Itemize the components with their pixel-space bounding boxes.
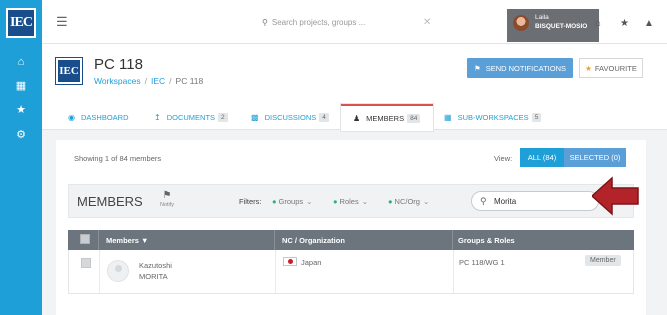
- breadcrumb: Workspaces / IEC / PC 118: [94, 76, 204, 86]
- global-search-input[interactable]: ⚲ Search projects, groups ...: [262, 18, 432, 27]
- gear-icon[interactable]: ⚙: [0, 128, 42, 141]
- filter-roles[interactable]: ● Roles ⌄: [333, 197, 368, 206]
- search-icon: ⚲: [480, 196, 487, 206]
- workspace-header: IEC PC 118 Workspaces / IEC / PC 118 ⚑ SEND N…: [42, 44, 667, 104]
- calendar-icon[interactable]: ▦: [0, 79, 42, 92]
- bell-icon[interactable]: ▲: [644, 18, 654, 29]
- iec-logo[interactable]: IEC: [6, 8, 36, 38]
- menu-icon[interactable]: ☰: [56, 14, 68, 30]
- avatar: [107, 260, 129, 282]
- showing-count: Showing 1 of 84 members: [74, 154, 162, 163]
- members-panel: Showing 1 of 84 members View: ALL (84) S…: [56, 140, 646, 315]
- chevron-down-icon: ⌄: [306, 197, 313, 206]
- favourite-button[interactable]: ★ FAVOURITE: [579, 58, 643, 78]
- star-icon[interactable]: ★: [0, 103, 42, 116]
- chat-icon: ▩: [251, 112, 259, 122]
- avatar: [513, 15, 529, 31]
- column-members[interactable]: Members ▼: [106, 236, 148, 245]
- search-icon: ⚲: [262, 18, 268, 27]
- dashboard-icon: ◉: [68, 112, 75, 122]
- home-icon[interactable]: ⌂: [595, 18, 601, 29]
- japan-flag-icon: [283, 257, 297, 266]
- chevron-down-icon: ⌄: [361, 197, 369, 206]
- members-table: Members ▼ NC / Organization Groups & Rol…: [68, 230, 634, 294]
- workspace-logo: IEC: [56, 58, 82, 84]
- select-all-checkbox[interactable]: [80, 234, 90, 244]
- chevron-down-icon: ⌄: [422, 197, 430, 206]
- filter-nc-org[interactable]: ● NC/Org ⌄: [388, 197, 429, 206]
- view-label: View:: [494, 154, 513, 163]
- breadcrumb-iec[interactable]: IEC: [151, 76, 165, 86]
- tab-count: 4: [319, 112, 329, 122]
- members-toolbar: MEMBERS ⚑ Notify Filters: ● Groups ⌄ ● Roles…: [68, 184, 634, 218]
- clear-search-icon[interactable]: ✕: [423, 17, 431, 28]
- tab-count: 2: [218, 112, 228, 122]
- tab-members[interactable]: ♟ MEMBERS 84: [341, 104, 433, 131]
- member-group: PC 118/WG 1: [459, 258, 505, 267]
- user-menu[interactable]: Laila BISQUET-MOSIO: [507, 9, 599, 42]
- member-search-input[interactable]: ⚲ Morita: [471, 191, 599, 211]
- members-title: MEMBERS: [77, 194, 143, 209]
- notify-button[interactable]: ⚑ Notify: [157, 189, 177, 208]
- filter-groups[interactable]: ● Groups ⌄: [272, 197, 312, 206]
- left-rail: IEC ⌂ ▦ ★ ⚙: [0, 0, 42, 315]
- breadcrumb-current: PC 118: [175, 76, 204, 86]
- workspace-tabs: ◉ DASHBOARD ↥ DOCUMENTS 2 ▩ DISCUSSIONS 4 ♟ ME…: [42, 104, 667, 131]
- column-nc-organization[interactable]: NC / Organization: [282, 236, 345, 245]
- star-icon[interactable]: ★: [620, 18, 629, 29]
- member-name[interactable]: Kazutoshi MORITA: [139, 260, 172, 282]
- view-all-button[interactable]: ALL (84): [520, 148, 564, 167]
- member-country: Japan: [301, 258, 322, 267]
- flag-icon: ⚑: [162, 190, 172, 201]
- filters-label: Filters:: [239, 197, 262, 206]
- page-title: PC 118: [94, 56, 143, 73]
- table-icon: ▦: [444, 112, 452, 122]
- tab-discussions[interactable]: ▩ DISCUSSIONS 4: [251, 104, 329, 130]
- role-badge: Member: [585, 255, 621, 266]
- table-row[interactable]: Kazutoshi MORITA Japan PC 118/WG 1 Membe…: [68, 250, 634, 294]
- tab-documents[interactable]: ↥ DOCUMENTS 2: [154, 104, 228, 130]
- star-icon: ★: [585, 63, 592, 73]
- home-icon[interactable]: ⌂: [0, 56, 42, 68]
- user-last-name: BISQUET-MOSIO: [535, 23, 588, 30]
- users-icon: ♟: [353, 114, 361, 123]
- red-arrow-annotation: [592, 176, 639, 216]
- send-notifications-button[interactable]: ⚑ SEND NOTIFICATIONS: [467, 58, 573, 78]
- column-groups-roles[interactable]: Groups & Roles: [458, 236, 515, 245]
- upload-icon: ↥: [154, 112, 161, 122]
- row-checkbox[interactable]: [81, 258, 91, 268]
- tab-sub-workspaces[interactable]: ▦ SUB-WORKSPACES 5: [444, 104, 542, 130]
- breadcrumb-workspaces[interactable]: Workspaces: [94, 76, 141, 86]
- table-header: Members ▼ NC / Organization Groups & Rol…: [68, 230, 634, 250]
- view-selected-button[interactable]: SELECTED (0): [564, 148, 626, 167]
- flag-icon: ⚑: [473, 63, 481, 73]
- user-first-name: Laila: [535, 14, 549, 21]
- top-bar: ☰ ⚲ Search projects, groups ... ✕ Laila B…: [42, 0, 667, 44]
- tab-dashboard[interactable]: ◉ DASHBOARD: [68, 104, 129, 130]
- tab-count: 84: [407, 114, 421, 123]
- tab-count: 5: [531, 112, 542, 122]
